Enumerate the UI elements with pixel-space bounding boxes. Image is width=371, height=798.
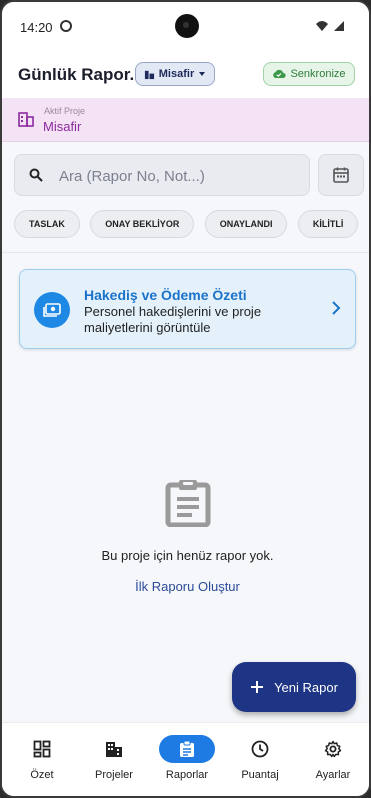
- create-first-report-link[interactable]: İlk Raporu Oluştur: [2, 579, 369, 594]
- active-project-label: Aktif Proje: [44, 106, 86, 116]
- search-icon: [29, 168, 43, 182]
- status-filter-chips: TASLAK ONAY BEKLİYOR ONAYLANDI KİLİTLİ R: [14, 210, 369, 240]
- empty-state-message: Bu proje için henüz rapor yok.: [101, 548, 274, 563]
- status-time: 14:20: [20, 20, 53, 35]
- nav-label: Projeler: [95, 769, 133, 781]
- search-box: [14, 154, 310, 196]
- clipboard-icon: [165, 480, 211, 527]
- plus-icon: [251, 681, 264, 693]
- filter-chip-more[interactable]: R: [368, 210, 369, 238]
- page-title: Günlük Rapor...: [18, 65, 144, 84]
- nav-item-puantaj[interactable]: Puantaj: [225, 731, 295, 791]
- payments-icon: [34, 292, 70, 328]
- filter-chip-onaylandi[interactable]: ONAYLANDI: [204, 210, 288, 238]
- gear-icon: [324, 740, 342, 758]
- guest-chip-label: Misafir: [158, 68, 195, 80]
- phone-screen: 14:20 Günlük Rapor... Misafir Senkronize…: [0, 0, 371, 798]
- nav-label: Raporlar: [165, 769, 209, 781]
- nav-item-raporlar[interactable]: Raporlar: [152, 731, 222, 791]
- divider: [2, 252, 369, 253]
- search-input[interactable]: [59, 163, 299, 189]
- signal-icon: [316, 21, 328, 31]
- guest-chip[interactable]: Misafir: [135, 62, 215, 86]
- filter-chip-kilitli[interactable]: KİLİTLİ: [297, 210, 359, 238]
- sync-chip-label: Senkronize: [290, 68, 346, 80]
- sync-status-chip[interactable]: Senkronize: [263, 62, 355, 86]
- clipboard-icon: [180, 740, 194, 757]
- summary-card-description: Personel hakedişlerini ve proje maliyetl…: [84, 304, 262, 335]
- nav-label: Ayarlar: [315, 769, 351, 781]
- cloud-check-icon: [273, 69, 287, 78]
- summary-card-title: Hakediş ve Ödeme Özeti: [84, 287, 247, 303]
- payment-summary-card[interactable]: Hakediş ve Ödeme Özeti Personel hakedişl…: [19, 269, 356, 349]
- building-icon: [18, 112, 34, 127]
- active-project-value: Misafir: [43, 119, 82, 134]
- filter-chip-taslak[interactable]: TASLAK: [14, 210, 80, 238]
- battery-icon: [334, 21, 344, 31]
- date-filter-button[interactable]: [318, 154, 364, 196]
- bottom-navigation: Özet Projeler Raporlar Puantaj Ayarlar: [2, 722, 369, 796]
- chevron-right-icon: [332, 301, 341, 315]
- dropdown-arrow-icon: [199, 72, 206, 76]
- nav-item-ozet[interactable]: Özet: [7, 731, 77, 791]
- nav-label: Özet: [30, 769, 54, 781]
- clock-icon: [251, 740, 269, 758]
- dashboard-icon: [33, 740, 51, 758]
- filter-chip-onay-bekliyor[interactable]: ONAY BEKLİYOR: [90, 210, 195, 238]
- app-header: Günlük Rapor... Misafir Senkronize: [2, 52, 369, 98]
- active-project-bar[interactable]: Aktif Proje Misafir: [2, 98, 369, 142]
- nav-item-ayarlar[interactable]: Ayarlar: [298, 731, 368, 791]
- nav-item-projeler[interactable]: Projeler: [79, 731, 149, 791]
- status-bar: 14:20: [2, 2, 369, 52]
- notification-icon: [60, 20, 72, 32]
- camera-cutout: [175, 14, 199, 38]
- nav-label: Puantaj: [241, 769, 279, 781]
- calendar-icon: [333, 167, 349, 183]
- new-report-label: Yeni Rapor: [274, 679, 338, 695]
- building-icon: [144, 70, 154, 79]
- building-icon: [106, 742, 122, 757]
- new-report-button[interactable]: Yeni Rapor: [232, 662, 356, 712]
